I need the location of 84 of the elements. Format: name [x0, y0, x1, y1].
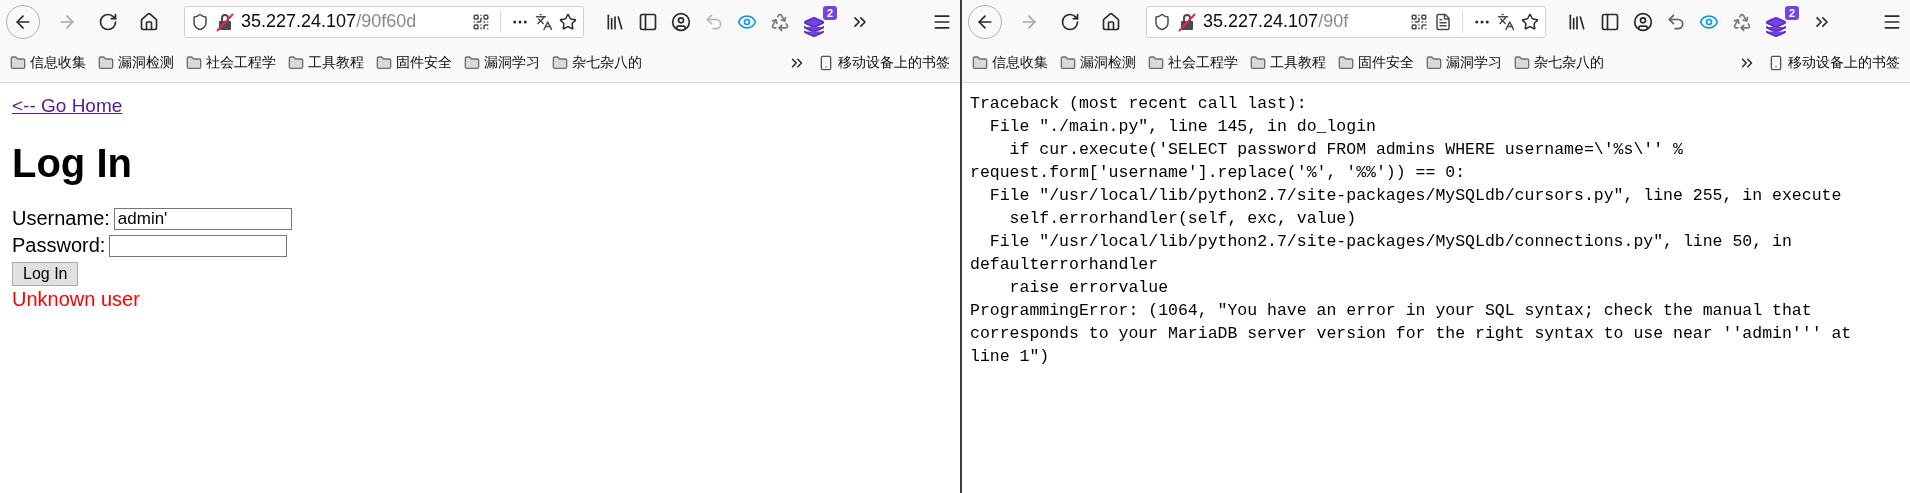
- reader-view-icon[interactable]: [1434, 12, 1452, 31]
- shield-icon[interactable]: [191, 12, 209, 31]
- address-bar[interactable]: 35.227.24.107/90f60d: [184, 5, 584, 38]
- notification-badge: 2: [822, 5, 837, 20]
- recycle-icon[interactable]: [1732, 11, 1752, 32]
- translate-icon[interactable]: [1497, 12, 1515, 31]
- folder-icon: [10, 54, 26, 71]
- account-icon[interactable]: [671, 11, 691, 32]
- reload-icon: [98, 11, 118, 32]
- folder-icon: [1426, 54, 1442, 71]
- login-button[interactable]: Log In: [12, 262, 79, 286]
- layers-icon: [1765, 15, 1787, 38]
- folder-icon: [98, 54, 114, 71]
- bookmark-folder[interactable]: 漏洞检测: [98, 53, 174, 72]
- bookmark-folder[interactable]: 杂七杂八的: [552, 53, 642, 72]
- url-text[interactable]: 35.227.24.107/90f60d: [241, 11, 417, 32]
- address-bar[interactable]: 35.227.24.107/90f: [1146, 5, 1546, 38]
- bookmark-folder[interactable]: 漏洞检测: [1060, 53, 1136, 72]
- folder-icon: [552, 54, 568, 71]
- notification-badge: 2: [1784, 5, 1799, 20]
- bookmark-folder[interactable]: 固件安全: [376, 53, 452, 72]
- extension-button[interactable]: 2: [803, 5, 837, 38]
- folder-icon: [1338, 54, 1354, 71]
- folder-icon: [1250, 54, 1266, 71]
- extension-button[interactable]: 2: [1765, 5, 1799, 38]
- account-icon[interactable]: [1633, 11, 1653, 32]
- qr-code-icon[interactable]: [472, 12, 490, 31]
- traceback-line: self.errorhandler(self, exc, value): [1008, 208, 1358, 230]
- phone-icon: [818, 54, 834, 71]
- home-icon: [139, 11, 159, 32]
- traceback-line: raise errorvalue: [1008, 277, 1170, 299]
- folder-icon: [464, 54, 480, 71]
- traceback-line: defaulterrorhandler: [970, 254, 1160, 276]
- bookmark-folder[interactable]: 漏洞学习: [464, 53, 540, 72]
- translate-icon[interactable]: [535, 12, 553, 31]
- folder-icon: [1514, 54, 1530, 71]
- username-label: Username:: [12, 207, 110, 230]
- folder-icon: [186, 54, 202, 71]
- mobile-bookmarks[interactable]: 移动设备上的书签: [818, 53, 950, 72]
- bookmark-folder[interactable]: 工具教程: [1250, 53, 1326, 72]
- traceback-line: File "./main.py", line 145, in do_login: [988, 116, 1377, 138]
- password-label: Password:: [12, 234, 106, 257]
- traceback-line: line 1"): [970, 346, 1051, 368]
- bookmark-folder[interactable]: 信息收集: [972, 53, 1048, 72]
- bookmark-folder[interactable]: 杂七杂八的: [1514, 53, 1604, 72]
- traceback-line: request.form['username'].replace('%', '%%')) == 0:: [970, 162, 1467, 184]
- phone-icon: [1768, 54, 1784, 71]
- traceback-line: if cur.execute('SELECT password FROM admins WHERE username=\'%s\'' %: [1008, 139, 1684, 161]
- bookmark-star-icon[interactable]: [1521, 12, 1539, 31]
- bookmark-folder[interactable]: 漏洞学习: [1426, 53, 1502, 72]
- page-heading: Log In: [12, 141, 133, 185]
- layers-icon: [803, 15, 825, 38]
- bookmark-folder[interactable]: 工具教程: [288, 53, 364, 72]
- undo-arrow-icon[interactable]: [1666, 11, 1686, 32]
- folder-icon: [972, 54, 988, 71]
- traceback-line: File "/usr/local/lib/python2.7/site-packages/MySQLdb/connections.py", line 50, in: [988, 231, 1793, 253]
- folder-icon: [376, 54, 392, 71]
- traceback-line: ProgrammingError: (1064, "You have an error in your SQL syntax; check the manual that: [970, 300, 1813, 322]
- reload-icon: [1060, 11, 1080, 32]
- error-message: Unknown user: [12, 288, 141, 311]
- traceback-line: Traceback (most recent call last):: [970, 93, 1308, 115]
- username-field[interactable]: admin': [113, 207, 292, 230]
- folder-icon: [1060, 54, 1076, 71]
- insecure-lock-icon[interactable]: [215, 11, 235, 32]
- recycle-icon[interactable]: [770, 11, 790, 32]
- bookmark-star-icon[interactable]: [559, 12, 577, 31]
- bookmark-folder[interactable]: 社会工程学: [1148, 53, 1238, 72]
- password-field[interactable]: [109, 234, 288, 257]
- shield-icon[interactable]: [1153, 12, 1171, 31]
- url-text[interactable]: 35.227.24.107/90f: [1203, 11, 1349, 32]
- go-home-link[interactable]: <-- Go Home: [12, 95, 123, 117]
- folder-icon: [288, 54, 304, 71]
- mobile-bookmarks[interactable]: 移动设备上的书签: [1768, 53, 1900, 72]
- insecure-lock-icon[interactable]: [1177, 11, 1197, 32]
- bookmark-folder[interactable]: 固件安全: [1338, 53, 1414, 72]
- sidebar-icon[interactable]: [1600, 11, 1620, 32]
- sidebar-icon[interactable]: [638, 11, 658, 32]
- bookmark-folder[interactable]: 信息收集: [10, 53, 86, 72]
- bookmark-folder[interactable]: 社会工程学: [186, 53, 276, 72]
- home-icon: [1101, 11, 1121, 32]
- folder-icon: [1148, 54, 1164, 71]
- qr-code-icon[interactable]: [1410, 12, 1428, 31]
- traceback-line: corresponds to your MariaDB server version for the right syntax to use near ''admin''' at: [970, 323, 1853, 345]
- traceback-line: File "/usr/local/lib/python2.7/site-packages/MySQLdb/cursors.py", line 255, in execute: [988, 185, 1843, 207]
